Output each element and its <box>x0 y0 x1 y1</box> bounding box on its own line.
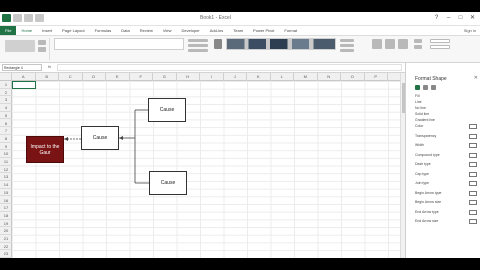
excel-window: Book1 - Excel ? – □ ✕ File Home Insert P… <box>0 12 480 258</box>
bring-forward-icon[interactable] <box>372 39 382 49</box>
fill-line-icon[interactable] <box>415 85 420 90</box>
pane-control-dash-type[interactable] <box>469 162 477 167</box>
arrowhead-effect <box>64 137 68 141</box>
tab-file[interactable]: File <box>0 26 17 35</box>
fx-icon[interactable]: fx <box>48 64 51 69</box>
shapes-gallery-icon[interactable] <box>5 40 35 52</box>
quick-access-toolbar <box>2 14 44 22</box>
name-box[interactable]: Rectangle 4 <box>2 64 42 71</box>
text-box-icon[interactable] <box>38 47 46 52</box>
pane-option-width[interactable]: Width <box>415 143 424 147</box>
shape-fill-icon[interactable] <box>188 39 208 42</box>
pane-option-begin-arrow-size[interactable]: Begin Arrow size <box>415 200 441 204</box>
shape-effects-icon[interactable] <box>188 49 208 52</box>
text-effects-icon[interactable] <box>340 49 354 52</box>
pane-control-compound-type[interactable] <box>469 152 477 158</box>
pane-control-end-arrow-size[interactable] <box>469 219 477 224</box>
effects-icon[interactable] <box>423 85 428 90</box>
excel-logo-icon <box>2 14 11 22</box>
window-title: Book1 - Excel <box>200 15 231 21</box>
help-icon[interactable]: ? <box>432 14 441 23</box>
text-fill-icon[interactable] <box>340 39 354 42</box>
tab-home[interactable]: Home <box>16 26 38 36</box>
ribbon-group-insert-shapes <box>2 38 50 60</box>
redo-icon[interactable] <box>35 14 44 22</box>
pane-option-color[interactable]: Color <box>415 124 423 128</box>
window-controls: ? – □ ✕ <box>432 14 477 23</box>
tab-format[interactable]: Format <box>279 26 302 35</box>
tab-add-ins[interactable]: Add-ins <box>205 26 229 35</box>
text-outline-icon[interactable] <box>340 44 354 47</box>
formula-input[interactable] <box>57 64 402 71</box>
minimize-icon[interactable]: – <box>444 14 453 23</box>
pane-control-join-type[interactable] <box>469 181 477 186</box>
format-shape-pane: Format Shape ✕ Fill Line No line Solid line… <box>405 63 480 258</box>
pane-option-end-arrow-size[interactable]: End Arrow size <box>415 219 438 223</box>
size-properties-icon[interactable] <box>431 85 436 90</box>
send-backward-icon[interactable] <box>385 39 395 49</box>
shape-styles-gallery[interactable] <box>54 38 184 50</box>
selection-pane-icon[interactable] <box>398 39 408 49</box>
pane-control-transparency[interactable] <box>469 133 477 139</box>
align-icon[interactable] <box>414 39 422 43</box>
tab-data[interactable]: Data <box>116 26 134 35</box>
effect-shape[interactable]: Impact to the Gaur <box>26 136 64 163</box>
pane-option-dash-type[interactable]: Dash type <box>415 162 431 166</box>
shape-outline-icon[interactable] <box>188 44 208 47</box>
cause-shape-bottom[interactable]: Cause <box>149 171 187 195</box>
tab-formulas[interactable]: Formulas <box>90 26 117 35</box>
pane-option-cap-type[interactable]: Cap type <box>415 172 429 176</box>
pane-control-cap-type[interactable] <box>469 171 477 177</box>
wordart-a-icon[interactable] <box>214 39 222 49</box>
tab-view[interactable]: View <box>158 26 177 35</box>
connector-lines <box>64 109 149 184</box>
cause-shape-top[interactable]: Cause <box>148 98 186 122</box>
pane-control-begin-arrow-type[interactable] <box>469 190 477 196</box>
edit-shape-icon[interactable] <box>38 40 46 45</box>
pane-option-transparency[interactable]: Transparency <box>415 134 436 138</box>
ribbon-tabs: File Home Insert Page Layout Formulas Da… <box>0 26 480 36</box>
undo-icon[interactable] <box>24 14 33 22</box>
tab-review[interactable]: Review <box>135 26 158 35</box>
tab-power-pivot[interactable]: Power Pivot <box>248 26 279 35</box>
cause-shape-middle[interactable]: Cause <box>81 126 119 150</box>
ribbon <box>0 35 480 63</box>
pane-option-join-type[interactable]: Join type <box>415 181 429 185</box>
pane-control-color[interactable] <box>469 124 477 129</box>
title-bar: Book1 - Excel ? – □ ✕ <box>0 12 480 26</box>
tab-page-layout[interactable]: Page Layout <box>57 26 89 35</box>
pane-option-gradient-line[interactable]: Gradient line <box>415 118 435 122</box>
close-icon[interactable]: ✕ <box>468 14 477 23</box>
save-icon[interactable] <box>13 14 22 22</box>
group-icon[interactable] <box>414 45 422 49</box>
pane-option-solid-line[interactable]: Solid line <box>415 112 429 116</box>
arrowhead-cause-mid <box>119 136 123 140</box>
pane-control-width[interactable] <box>469 143 477 148</box>
pane-title: Format Shape <box>415 76 447 82</box>
maximize-icon[interactable]: □ <box>456 14 465 23</box>
pane-option-no-line[interactable]: No line <box>415 106 426 110</box>
width-field-icon[interactable] <box>430 45 450 49</box>
tab-team[interactable]: Team <box>228 26 248 35</box>
pane-option-compound-type[interactable]: Compound type <box>415 153 440 157</box>
wordart-styles-gallery[interactable] <box>226 38 336 50</box>
height-field-icon[interactable] <box>430 39 450 43</box>
tab-developer[interactable]: Developer <box>176 26 204 35</box>
close-icon[interactable]: ✕ <box>474 75 478 81</box>
pane-control-end-arrow-type[interactable] <box>469 209 477 215</box>
tab-insert[interactable]: Insert <box>37 26 57 35</box>
pane-option-fill[interactable]: Fill <box>415 94 419 98</box>
pane-option-line[interactable]: Line <box>415 100 422 104</box>
pane-control-begin-arrow-size[interactable] <box>469 200 477 205</box>
pane-option-begin-arrow-type[interactable]: Begin Arrow type <box>415 191 441 195</box>
sign-in-link[interactable]: Sign in <box>464 28 480 33</box>
pane-option-end-arrow-type[interactable]: End Arrow type <box>415 210 439 214</box>
worksheet-grid[interactable]: ABCDEFGHIJKLMNOP 1 2 3 4 5 6 7 8 9 10 11 12 13 14 15 16… <box>0 73 405 258</box>
